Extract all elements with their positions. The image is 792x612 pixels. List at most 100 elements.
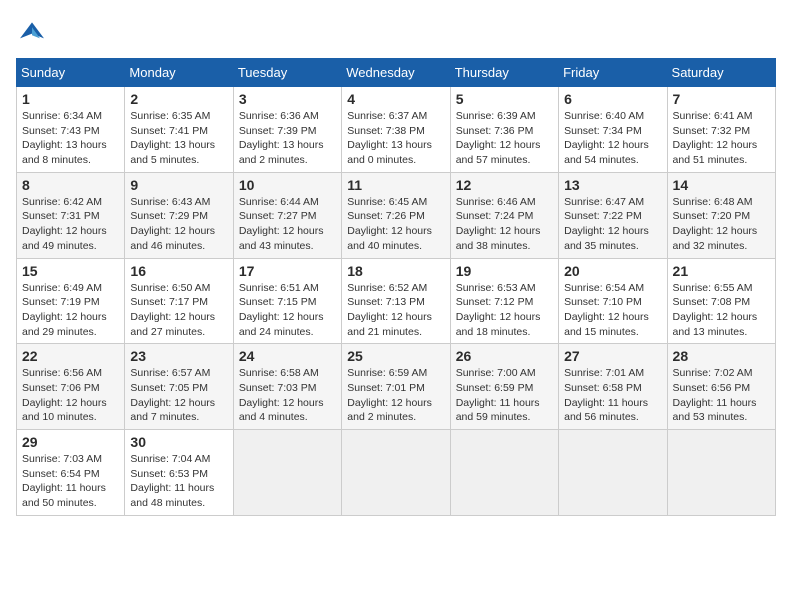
week-row-4: 22 Sunrise: 6:56 AMSunset: 7:06 PMDaylig… — [17, 344, 776, 430]
calendar-cell: 7 Sunrise: 6:41 AMSunset: 7:32 PMDayligh… — [667, 87, 775, 173]
calendar-cell: 5 Sunrise: 6:39 AMSunset: 7:36 PMDayligh… — [450, 87, 558, 173]
calendar-cell: 13 Sunrise: 6:47 AMSunset: 7:22 PMDaylig… — [559, 172, 667, 258]
day-info: Sunrise: 6:55 AMSunset: 7:08 PMDaylight:… — [673, 281, 770, 340]
day-info: Sunrise: 6:39 AMSunset: 7:36 PMDaylight:… — [456, 109, 553, 168]
day-number: 9 — [130, 177, 227, 193]
col-tuesday: Tuesday — [233, 59, 341, 87]
day-number: 21 — [673, 263, 770, 279]
calendar-cell: 16 Sunrise: 6:50 AMSunset: 7:17 PMDaylig… — [125, 258, 233, 344]
day-number: 4 — [347, 91, 444, 107]
logo-icon — [16, 16, 48, 48]
calendar-cell: 24 Sunrise: 6:58 AMSunset: 7:03 PMDaylig… — [233, 344, 341, 430]
day-info: Sunrise: 7:01 AMSunset: 6:58 PMDaylight:… — [564, 366, 661, 425]
calendar-cell: 22 Sunrise: 6:56 AMSunset: 7:06 PMDaylig… — [17, 344, 125, 430]
day-number: 20 — [564, 263, 661, 279]
day-number: 18 — [347, 263, 444, 279]
day-number: 1 — [22, 91, 119, 107]
day-number: 16 — [130, 263, 227, 279]
col-sunday: Sunday — [17, 59, 125, 87]
day-number: 5 — [456, 91, 553, 107]
calendar-cell: 28 Sunrise: 7:02 AMSunset: 6:56 PMDaylig… — [667, 344, 775, 430]
day-number: 15 — [22, 263, 119, 279]
day-info: Sunrise: 6:41 AMSunset: 7:32 PMDaylight:… — [673, 109, 770, 168]
day-number: 28 — [673, 348, 770, 364]
day-info: Sunrise: 6:53 AMSunset: 7:12 PMDaylight:… — [456, 281, 553, 340]
calendar-cell — [667, 430, 775, 516]
day-info: Sunrise: 7:00 AMSunset: 6:59 PMDaylight:… — [456, 366, 553, 425]
day-number: 17 — [239, 263, 336, 279]
day-number: 11 — [347, 177, 444, 193]
day-number: 12 — [456, 177, 553, 193]
week-row-2: 8 Sunrise: 6:42 AMSunset: 7:31 PMDayligh… — [17, 172, 776, 258]
day-info: Sunrise: 6:54 AMSunset: 7:10 PMDaylight:… — [564, 281, 661, 340]
calendar-cell: 18 Sunrise: 6:52 AMSunset: 7:13 PMDaylig… — [342, 258, 450, 344]
calendar-cell — [450, 430, 558, 516]
day-info: Sunrise: 6:49 AMSunset: 7:19 PMDaylight:… — [22, 281, 119, 340]
calendar-cell: 9 Sunrise: 6:43 AMSunset: 7:29 PMDayligh… — [125, 172, 233, 258]
calendar-cell: 27 Sunrise: 7:01 AMSunset: 6:58 PMDaylig… — [559, 344, 667, 430]
day-info: Sunrise: 6:45 AMSunset: 7:26 PMDaylight:… — [347, 195, 444, 254]
day-number: 2 — [130, 91, 227, 107]
calendar-cell: 19 Sunrise: 6:53 AMSunset: 7:12 PMDaylig… — [450, 258, 558, 344]
day-info: Sunrise: 6:40 AMSunset: 7:34 PMDaylight:… — [564, 109, 661, 168]
calendar-cell: 14 Sunrise: 6:48 AMSunset: 7:20 PMDaylig… — [667, 172, 775, 258]
calendar-cell: 17 Sunrise: 6:51 AMSunset: 7:15 PMDaylig… — [233, 258, 341, 344]
day-number: 10 — [239, 177, 336, 193]
day-info: Sunrise: 6:56 AMSunset: 7:06 PMDaylight:… — [22, 366, 119, 425]
calendar-cell: 29 Sunrise: 7:03 AMSunset: 6:54 PMDaylig… — [17, 430, 125, 516]
calendar-cell: 11 Sunrise: 6:45 AMSunset: 7:26 PMDaylig… — [342, 172, 450, 258]
day-number: 13 — [564, 177, 661, 193]
day-info: Sunrise: 7:03 AMSunset: 6:54 PMDaylight:… — [22, 452, 119, 511]
day-info: Sunrise: 6:46 AMSunset: 7:24 PMDaylight:… — [456, 195, 553, 254]
col-saturday: Saturday — [667, 59, 775, 87]
calendar-cell: 1 Sunrise: 6:34 AMSunset: 7:43 PMDayligh… — [17, 87, 125, 173]
day-info: Sunrise: 6:51 AMSunset: 7:15 PMDaylight:… — [239, 281, 336, 340]
day-number: 30 — [130, 434, 227, 450]
calendar-header-row: Sunday Monday Tuesday Wednesday Thursday… — [17, 59, 776, 87]
day-info: Sunrise: 6:52 AMSunset: 7:13 PMDaylight:… — [347, 281, 444, 340]
calendar-cell: 3 Sunrise: 6:36 AMSunset: 7:39 PMDayligh… — [233, 87, 341, 173]
day-number: 19 — [456, 263, 553, 279]
col-monday: Monday — [125, 59, 233, 87]
calendar-cell: 23 Sunrise: 6:57 AMSunset: 7:05 PMDaylig… — [125, 344, 233, 430]
col-friday: Friday — [559, 59, 667, 87]
calendar-cell: 25 Sunrise: 6:59 AMSunset: 7:01 PMDaylig… — [342, 344, 450, 430]
calendar-cell — [342, 430, 450, 516]
day-number: 14 — [673, 177, 770, 193]
day-number: 24 — [239, 348, 336, 364]
calendar-cell: 2 Sunrise: 6:35 AMSunset: 7:41 PMDayligh… — [125, 87, 233, 173]
calendar-cell: 26 Sunrise: 7:00 AMSunset: 6:59 PMDaylig… — [450, 344, 558, 430]
day-info: Sunrise: 6:58 AMSunset: 7:03 PMDaylight:… — [239, 366, 336, 425]
day-number: 23 — [130, 348, 227, 364]
calendar-cell: 4 Sunrise: 6:37 AMSunset: 7:38 PMDayligh… — [342, 87, 450, 173]
col-wednesday: Wednesday — [342, 59, 450, 87]
calendar-cell: 15 Sunrise: 6:49 AMSunset: 7:19 PMDaylig… — [17, 258, 125, 344]
day-info: Sunrise: 6:37 AMSunset: 7:38 PMDaylight:… — [347, 109, 444, 168]
day-info: Sunrise: 7:04 AMSunset: 6:53 PMDaylight:… — [130, 452, 227, 511]
day-number: 27 — [564, 348, 661, 364]
day-info: Sunrise: 6:48 AMSunset: 7:20 PMDaylight:… — [673, 195, 770, 254]
calendar-cell: 10 Sunrise: 6:44 AMSunset: 7:27 PMDaylig… — [233, 172, 341, 258]
day-info: Sunrise: 6:59 AMSunset: 7:01 PMDaylight:… — [347, 366, 444, 425]
day-info: Sunrise: 7:02 AMSunset: 6:56 PMDaylight:… — [673, 366, 770, 425]
day-info: Sunrise: 6:36 AMSunset: 7:39 PMDaylight:… — [239, 109, 336, 168]
day-number: 26 — [456, 348, 553, 364]
day-info: Sunrise: 6:44 AMSunset: 7:27 PMDaylight:… — [239, 195, 336, 254]
logo — [16, 16, 52, 48]
calendar-cell — [233, 430, 341, 516]
week-row-1: 1 Sunrise: 6:34 AMSunset: 7:43 PMDayligh… — [17, 87, 776, 173]
day-info: Sunrise: 6:47 AMSunset: 7:22 PMDaylight:… — [564, 195, 661, 254]
day-number: 8 — [22, 177, 119, 193]
day-number: 29 — [22, 434, 119, 450]
calendar-cell: 30 Sunrise: 7:04 AMSunset: 6:53 PMDaylig… — [125, 430, 233, 516]
day-info: Sunrise: 6:35 AMSunset: 7:41 PMDaylight:… — [130, 109, 227, 168]
day-number: 7 — [673, 91, 770, 107]
day-info: Sunrise: 6:57 AMSunset: 7:05 PMDaylight:… — [130, 366, 227, 425]
calendar-cell: 8 Sunrise: 6:42 AMSunset: 7:31 PMDayligh… — [17, 172, 125, 258]
page-header — [16, 16, 776, 48]
calendar-cell: 21 Sunrise: 6:55 AMSunset: 7:08 PMDaylig… — [667, 258, 775, 344]
day-number: 6 — [564, 91, 661, 107]
week-row-5: 29 Sunrise: 7:03 AMSunset: 6:54 PMDaylig… — [17, 430, 776, 516]
calendar-cell: 12 Sunrise: 6:46 AMSunset: 7:24 PMDaylig… — [450, 172, 558, 258]
calendar-cell: 6 Sunrise: 6:40 AMSunset: 7:34 PMDayligh… — [559, 87, 667, 173]
